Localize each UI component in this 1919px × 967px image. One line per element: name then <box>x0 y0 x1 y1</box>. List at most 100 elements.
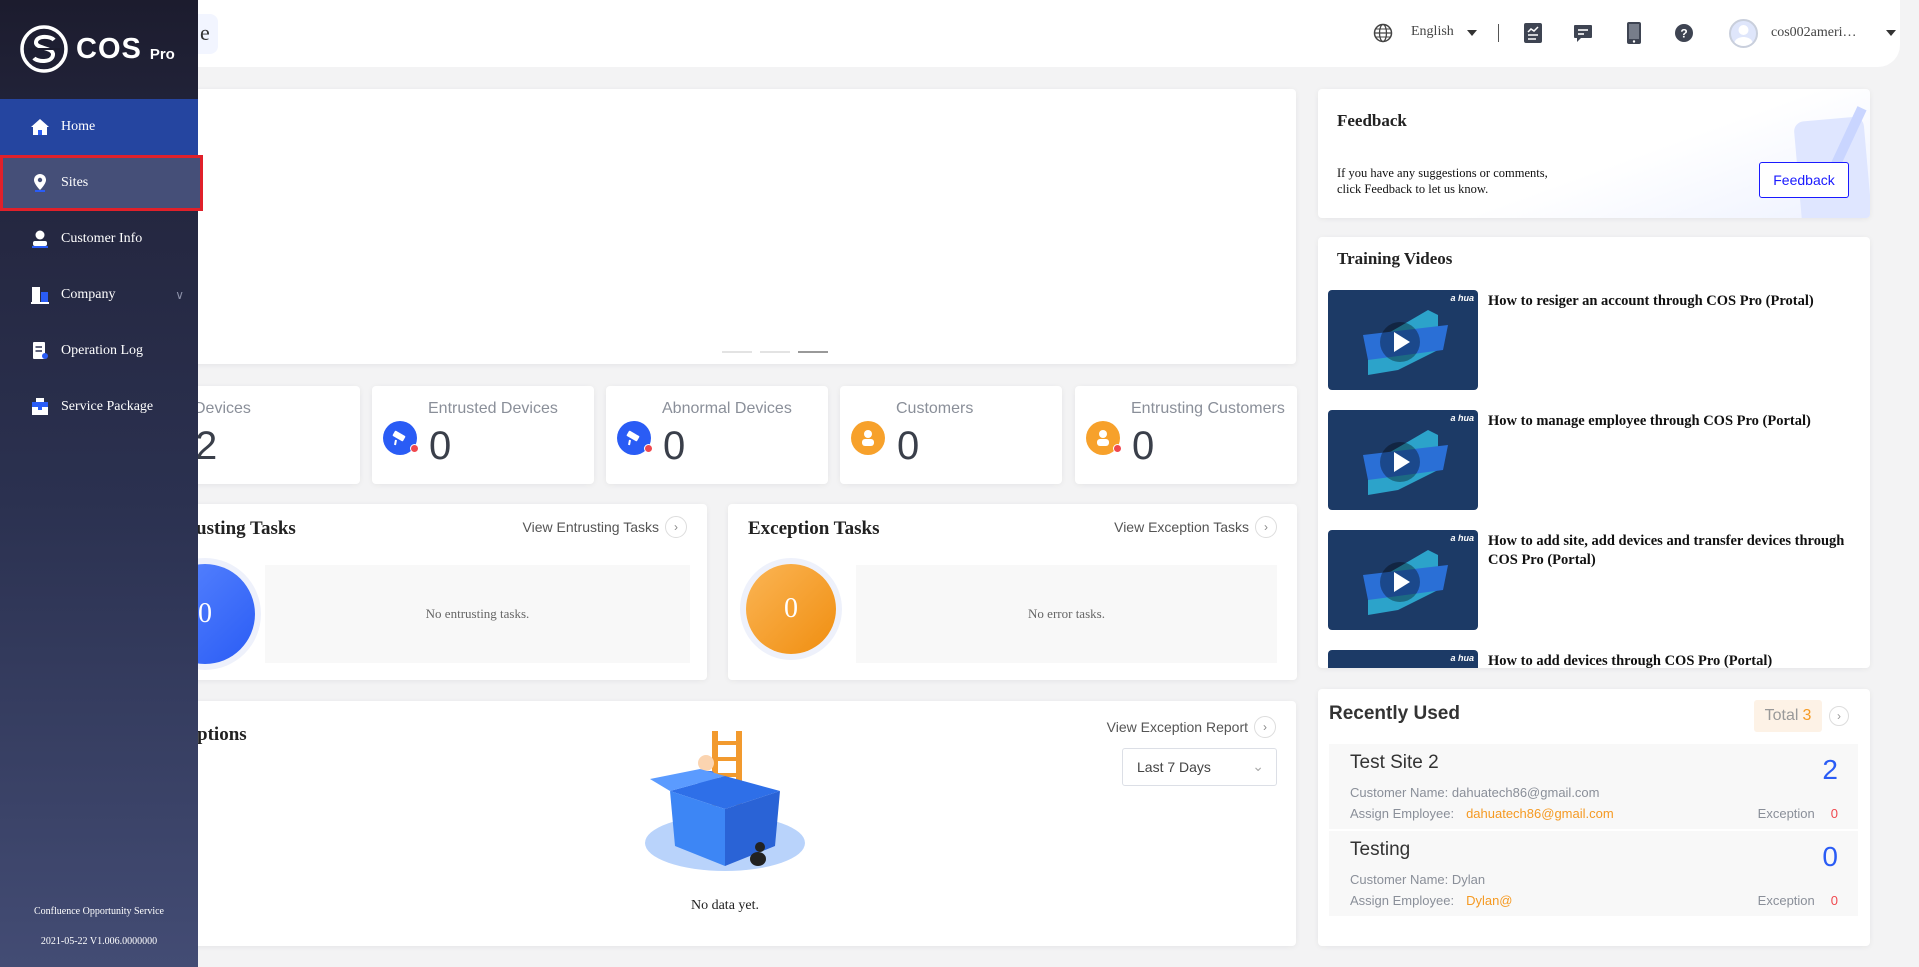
video-thumbnail[interactable]: a hua <box>1328 650 1478 668</box>
chevron-down-icon[interactable]: ∨ <box>175 288 184 303</box>
view-exception-report-link[interactable]: View Exception Report › <box>1107 716 1276 738</box>
dahua-logo: a hua <box>1450 293 1474 303</box>
training-video-item[interactable]: a hua How to add site, add devices and tr… <box>1328 530 1868 630</box>
site-name[interactable]: Testing <box>1350 839 1410 861</box>
sidebar-item-sites[interactable]: Sites <box>0 155 203 211</box>
exception-count: Exception 0 <box>1757 806 1838 821</box>
customer-name: Customer Name: Dylan <box>1350 872 1486 887</box>
stat-value: 0 <box>429 424 452 468</box>
stat-label: Devices <box>194 400 251 417</box>
training-videos-card: Training Videos a hua How to resiger an a… <box>1318 237 1870 668</box>
carousel-dot[interactable] <box>722 351 752 353</box>
stat-value: 0 <box>1132 424 1155 468</box>
assigned-employee: Assign Employee: Dylan@ <box>1350 893 1513 908</box>
training-video-item[interactable]: a hua How to add devices through COS Pro … <box>1328 650 1868 668</box>
logo: COS Pro <box>20 25 175 73</box>
video-title[interactable]: How to add site, add devices and transfe… <box>1488 532 1868 570</box>
video-thumbnail[interactable]: a hua <box>1328 290 1478 390</box>
user-menu-caret-icon[interactable] <box>1886 30 1896 36</box>
dahua-logo: a hua <box>1450 413 1474 423</box>
total-badge: Total 3 <box>1754 700 1822 732</box>
feedback-button[interactable]: Feedback <box>1759 162 1849 198</box>
card-title: Recently Used <box>1329 703 1460 724</box>
video-thumbnail[interactable]: a hua <box>1328 410 1478 510</box>
training-video-item[interactable]: a hua How to manage employee through COS … <box>1328 410 1868 510</box>
sidebar-item-company[interactable]: Company ∨ <box>0 267 198 323</box>
exception-tasks-card: Exception Tasks View Exception Tasks › 0 … <box>728 504 1297 680</box>
task-report-icon[interactable] <box>1522 22 1544 44</box>
customer-icon <box>851 421 885 455</box>
empty-state: No error tasks. <box>856 565 1277 663</box>
exception-count: Exception 0 <box>1757 893 1838 908</box>
sidebar-item-label: Sites <box>61 175 89 190</box>
divider <box>1498 24 1499 42</box>
customer-name: Customer Name: dahuatech86@gmail.com <box>1350 785 1600 800</box>
stat-value: 2 <box>195 424 218 468</box>
sidebar-item-operation-log[interactable]: Operation Log <box>0 323 198 379</box>
stat-card-entrusting-customers[interactable]: Entrusting Customers 0 <box>1075 386 1297 484</box>
stat-card-entrusted-devices[interactable]: Entrusted Devices 0 <box>372 386 594 484</box>
location-pin-icon <box>30 173 50 193</box>
training-video-item[interactable]: a hua How to resiger an account through C… <box>1328 290 1868 390</box>
site-name[interactable]: Test Site 2 <box>1350 752 1439 774</box>
mobile-device-icon[interactable] <box>1623 22 1645 44</box>
message-icon[interactable] <box>1572 22 1594 44</box>
view-exception-tasks-link[interactable]: View Exception Tasks › <box>1114 516 1277 538</box>
sidebar: COS Pro Home Sites Customer Info Company ∨ Ope… <box>0 0 203 967</box>
card-title: Exception Tasks <box>748 518 880 539</box>
chevron-right-icon: › <box>1255 516 1277 538</box>
sidebar-item-label: Company <box>61 287 116 302</box>
customer-icon <box>1086 421 1122 455</box>
username[interactable]: cos002ameri… <box>1771 25 1857 41</box>
stat-card-abnormal-devices[interactable]: Abnormal Devices 0 <box>606 386 828 484</box>
log-icon <box>30 341 50 361</box>
recent-site-item[interactable]: Testing Customer Name: Dylan Assign Employ… <box>1329 831 1858 916</box>
empty-state: No data yet. <box>690 898 760 913</box>
avatar[interactable] <box>1729 19 1758 48</box>
camera-icon <box>617 421 653 455</box>
svg-text:?: ? <box>1680 27 1687 41</box>
dahua-logo: a hua <box>1450 653 1474 663</box>
exceptions-card: Exceptions View Exception Report › Last 7… <box>138 701 1296 946</box>
stat-value: 0 <box>897 424 920 468</box>
sidebar-item-customer-info[interactable]: Customer Info <box>0 211 198 267</box>
carousel-dot-active[interactable] <box>798 351 828 353</box>
dahua-logo: a hua <box>1450 533 1474 543</box>
carousel-dot[interactable] <box>760 351 790 353</box>
stat-label: Abnormal Devices <box>662 400 792 417</box>
banner-carousel <box>138 89 1296 364</box>
footer-product-name: Confluence Opportunity Service <box>34 906 164 917</box>
date-range-select[interactable]: Last 7 Days ⌄ <box>1122 748 1277 786</box>
camera-icon <box>383 421 419 455</box>
video-thumbnail[interactable]: a hua <box>1328 530 1478 630</box>
feedback-pen-icon <box>1794 106 1870 218</box>
recent-site-item[interactable]: Test Site 2 Customer Name: dahuatech86@gm… <box>1329 744 1858 829</box>
top-header: e English ? cos002ameri… <box>0 0 1900 67</box>
select-value: Last 7 Days <box>1137 759 1211 775</box>
package-icon <box>30 397 50 417</box>
stat-card-customers[interactable]: Customers 0 <box>840 386 1062 484</box>
card-title: Feedback <box>1337 111 1407 130</box>
empty-state: No entrusting tasks. <box>265 565 690 663</box>
sidebar-item-service-package[interactable]: Service Package <box>0 379 198 435</box>
building-icon <box>30 285 50 305</box>
card-title: Training Videos <box>1337 249 1453 268</box>
video-title[interactable]: How to manage employee through COS Pro (… <box>1488 412 1868 431</box>
stat-label: Entrusting Customers <box>1131 400 1285 417</box>
view-entrusting-tasks-link[interactable]: View Entrusting Tasks › <box>523 516 687 538</box>
chevron-right-icon: › <box>1254 716 1276 738</box>
footer-version: 2021-05-22 V1.006.0000000 <box>40 936 158 947</box>
video-title[interactable]: How to add devices through COS Pro (Port… <box>1488 652 1868 668</box>
video-title[interactable]: How to resiger an account through COS Pr… <box>1488 292 1868 311</box>
user-icon <box>30 229 50 249</box>
language-select[interactable]: English <box>1411 24 1454 40</box>
help-icon[interactable]: ? <box>1673 22 1695 44</box>
entrusting-tasks-card: Entrusting Tasks View Entrusting Tasks › … <box>138 504 707 680</box>
empty-box-illustration <box>645 731 805 871</box>
globe-icon[interactable] <box>1372 22 1394 44</box>
chevron-right-icon[interactable]: › <box>1829 706 1849 726</box>
language-caret-icon[interactable] <box>1467 30 1477 36</box>
sidebar-item-home[interactable]: Home <box>0 99 198 155</box>
device-count: 0 <box>1822 841 1838 872</box>
feedback-card: Feedback If you have any suggestions or … <box>1318 89 1870 218</box>
